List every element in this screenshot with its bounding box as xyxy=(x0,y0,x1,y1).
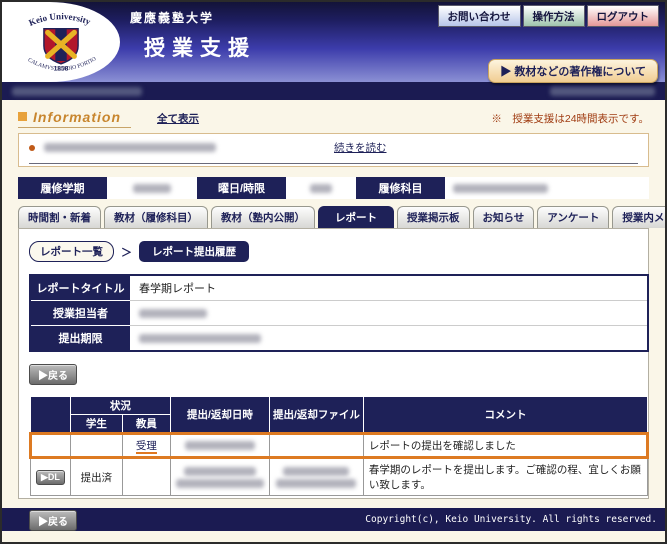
announcement-item: 続きを読む xyxy=(29,140,638,164)
table-row: 提出期限 xyxy=(30,326,648,352)
download-button[interactable]: ▶DL xyxy=(36,470,65,485)
howto-button[interactable]: 操作方法 xyxy=(523,5,585,27)
tab-class-message[interactable]: 授業内メッセージ xyxy=(612,206,667,228)
read-more-link[interactable]: 続きを読む xyxy=(334,140,387,155)
back-button-top[interactable]: ▶戻る xyxy=(29,364,77,385)
svg-text:Keio University: Keio University xyxy=(27,11,92,28)
comment-header: コメント xyxy=(363,397,647,434)
redacted-file-name xyxy=(283,467,349,476)
tab-materials-enrolled[interactable]: 教材（履修科目） xyxy=(104,206,208,228)
redacted-announcement xyxy=(44,143,216,152)
app-window: Keio University 1858 CALAMVS GLADIO FORT… xyxy=(0,0,667,544)
report-details-table: レポートタイトル 春学期レポート 授業担当者 提出期限 xyxy=(29,274,649,352)
redacted-user-info xyxy=(12,87,142,96)
back-button-bottom[interactable]: ▶戻る xyxy=(29,510,77,531)
information-header: Information 全て表示 ※ 授業支援は24時間表示です。 xyxy=(18,108,649,128)
breadcrumb-report-list[interactable]: レポート一覧 xyxy=(29,241,114,262)
redacted-day-period xyxy=(310,184,332,193)
teacher-header: 教員 xyxy=(122,415,170,434)
logo-university-en: Keio University xyxy=(27,11,92,28)
table-row: 授業担当者 xyxy=(30,301,648,326)
show-all-link[interactable]: 全て表示 xyxy=(157,111,199,126)
redacted-datetime xyxy=(550,87,655,96)
accept-comment: レポートの提出を確認しました xyxy=(363,434,647,458)
tab-materials-public[interactable]: 教材（塾内公開） xyxy=(211,206,315,228)
submit-comment: 春学期のレポートを提出します。ご確認の程、宜しくお願い致します。 xyxy=(363,458,647,496)
breadcrumb-submission-history: レポート提出履歴 xyxy=(139,241,249,262)
notice-24h: ※ 授業支援は24時間表示です。 xyxy=(491,111,649,126)
redacted-subject xyxy=(453,184,548,193)
redacted-submit-date2 xyxy=(176,479,264,488)
course-info-bar: 履修学期 曜日/時限 履修科目 xyxy=(18,177,649,199)
header-nav: お問い合わせ 操作方法 ログアウト xyxy=(438,5,660,27)
breadcrumb: レポート一覧 ＞ レポート提出履歴 xyxy=(29,241,640,262)
tab-timetable[interactable]: 時間割・新着 xyxy=(18,206,101,228)
report-title-value: 春学期レポート xyxy=(130,275,648,301)
keio-emblem-icon: Keio University 1858 CALAMVS GLADIO FORT… xyxy=(9,4,113,80)
information-title: Information xyxy=(33,109,121,125)
breadcrumb-separator: ＞ xyxy=(121,244,132,260)
user-bar xyxy=(2,82,665,100)
submission-history-table: 状況 提出/返却日時 提出/返却ファイル コメント 学生 教員 受理 レポートの… xyxy=(29,396,649,496)
table-row-accepted: 受理 レポートの提出を確認しました xyxy=(31,434,648,458)
day-period-label: 曜日/時限 xyxy=(197,177,286,199)
student-header: 学生 xyxy=(70,415,122,434)
university-name: 慶應義塾大学 xyxy=(130,9,214,26)
redacted-file-name2 xyxy=(276,479,356,488)
tab-bar: 時間割・新着 教材（履修科目） 教材（塾内公開） レポート 授業掲示板 お知らせ… xyxy=(18,206,649,228)
keio-logo: Keio University 1858 CALAMVS GLADIO FORT… xyxy=(2,2,120,82)
app-title: 授業支援 xyxy=(144,32,256,62)
redacted-deadline xyxy=(139,334,261,343)
redacted-accept-date xyxy=(185,441,255,450)
redacted-semester xyxy=(133,184,171,193)
file-header: 提出/返却ファイル xyxy=(269,397,363,434)
contact-button[interactable]: お問い合わせ xyxy=(438,5,521,27)
instructor-label: 授業担当者 xyxy=(30,301,130,326)
bullet-icon xyxy=(29,145,35,151)
accepted-status-link[interactable]: 受理 xyxy=(136,440,157,454)
materials-copyright-button[interactable]: ▶ 教材などの著作権について xyxy=(488,59,658,83)
table-row-submitted: ▶DL 提出済 春学期のレポートを提出します。ご確認の程、宜しくお願い致します。 xyxy=(31,458,648,496)
tab-news[interactable]: お知らせ xyxy=(473,206,535,228)
header: Keio University 1858 CALAMVS GLADIO FORT… xyxy=(2,2,665,82)
information-box: 続きを読む xyxy=(18,133,649,167)
logout-button[interactable]: ログアウト xyxy=(587,5,660,27)
report-title-label: レポートタイトル xyxy=(30,275,130,301)
tab-class-board[interactable]: 授業掲示板 xyxy=(397,206,470,228)
content-panel: レポート一覧 ＞ レポート提出履歴 レポートタイトル 春学期レポート 授業担当者… xyxy=(18,228,649,499)
table-row: レポートタイトル 春学期レポート xyxy=(30,275,648,301)
deadline-label: 提出期限 xyxy=(30,326,130,352)
information-square-icon xyxy=(18,112,27,121)
subject-label: 履修科目 xyxy=(356,177,445,199)
student-status: 提出済 xyxy=(70,458,122,496)
redacted-instructor xyxy=(139,309,207,318)
datetime-header: 提出/返却日時 xyxy=(170,397,269,434)
semester-label: 履修学期 xyxy=(18,177,107,199)
tab-report[interactable]: レポート xyxy=(318,206,394,228)
status-header: 状況 xyxy=(70,397,170,415)
redacted-submit-date xyxy=(184,467,256,476)
tab-survey[interactable]: アンケート xyxy=(537,206,609,228)
